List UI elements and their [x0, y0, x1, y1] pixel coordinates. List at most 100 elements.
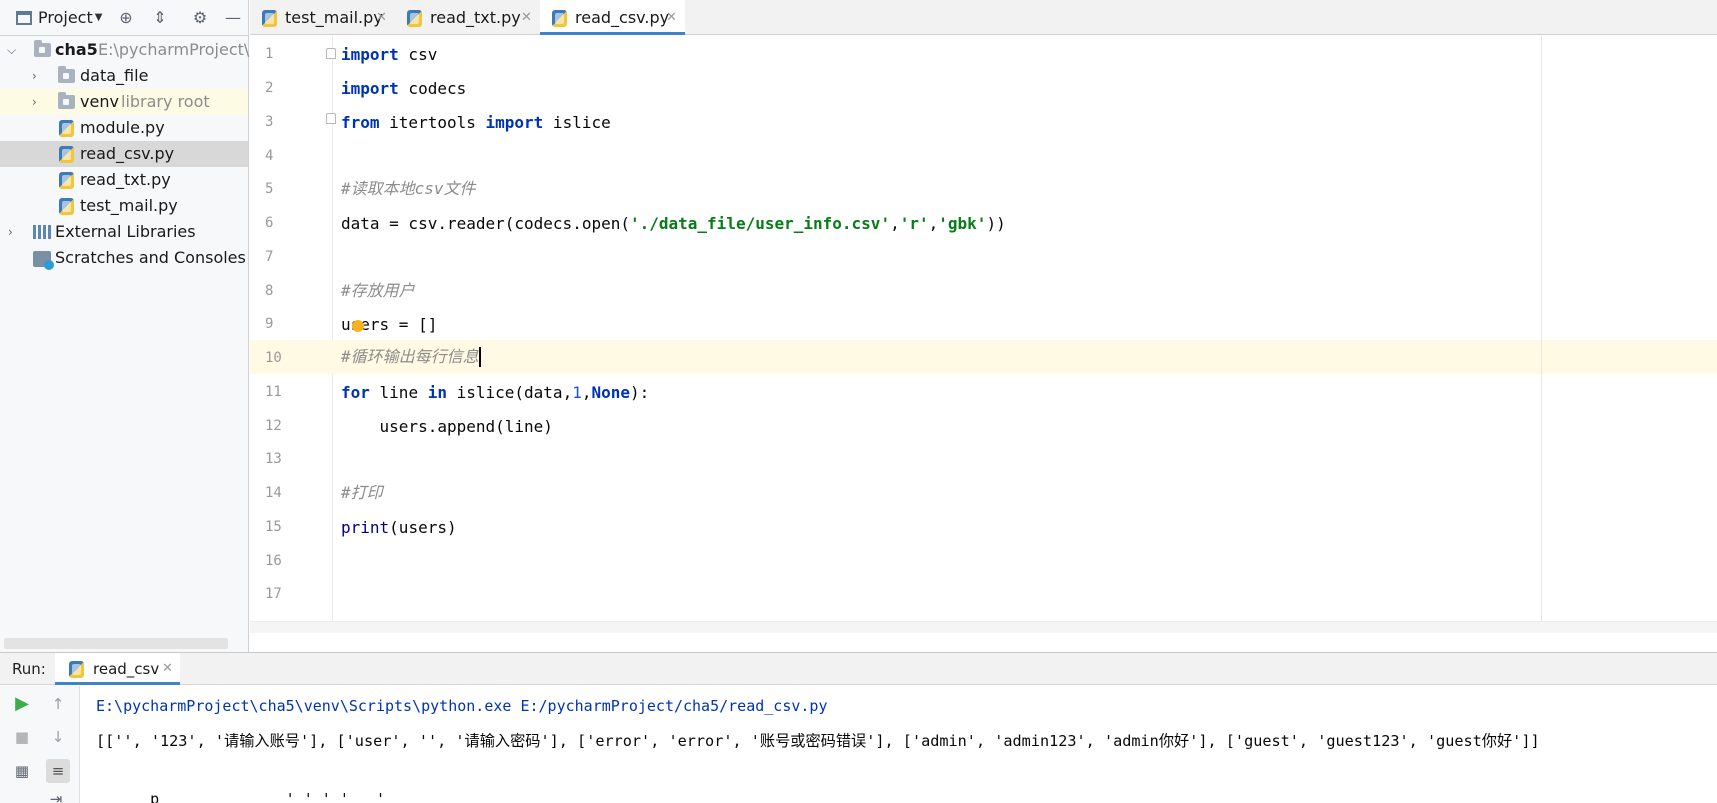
tree-item-label: Scratches and Consoles — [55, 248, 246, 267]
layout-icon[interactable]: ▦ — [12, 761, 32, 781]
tree-item-label: External Libraries — [55, 222, 196, 241]
project-tool-window: Project ▼ ⊕ ⇕ ⚙ — ⌵ cha5 E:\pycharmProje… — [0, 0, 268, 652]
line-number: 3 — [265, 114, 274, 130]
line-number: 10 — [265, 350, 282, 366]
line-number: 6 — [265, 215, 274, 231]
code-line-6: data = csv.reader(codecs.open('./data_fi… — [341, 214, 1006, 233]
tree-item-data-file[interactable]: › data_file — [0, 63, 248, 89]
project-toolbar: Project ▼ ⊕ ⇕ ⚙ — — [0, 0, 249, 36]
chevron-down-icon[interactable]: ▼ — [95, 12, 103, 23]
line-number: 15 — [265, 519, 282, 535]
horizontal-scrollbar[interactable] — [4, 638, 228, 649]
console-command-line: E:\pycharmProject\cha5\venv\Scripts\pyth… — [96, 697, 828, 715]
line-number: 4 — [265, 148, 274, 164]
close-icon[interactable]: ✕ — [521, 0, 532, 36]
code-line-3: from itertools import islice — [341, 113, 611, 132]
python-file-icon — [262, 10, 277, 27]
tree-item-label: venv — [80, 92, 119, 111]
tree-item-label: read_txt.py — [80, 170, 171, 189]
tree-item-label: module.py — [80, 118, 165, 137]
tree-item-scratches[interactable]: Scratches and Consoles — [0, 245, 248, 271]
run-tab-label: read_csv — [93, 660, 160, 678]
tab-read-txt-py[interactable]: read_txt.py ✕ — [395, 0, 540, 35]
chevron-right-icon[interactable]: › — [8, 219, 13, 245]
line-number: 16 — [265, 553, 282, 569]
collapse-icon[interactable]: ⇕ — [150, 8, 170, 28]
project-view-selector[interactable]: Project — [38, 8, 93, 27]
tree-item-label: read_csv.py — [80, 144, 175, 163]
tree-item-root[interactable]: ⌵ cha5 E:\pycharmProject\ch — [0, 37, 268, 63]
tree-item-label: test_mail.py — [80, 196, 178, 215]
tree-item-read-txt-py[interactable]: read_txt.py — [0, 167, 248, 193]
intention-bulb-icon[interactable] — [352, 320, 364, 332]
code-line-15: print(users) — [341, 518, 457, 537]
run-icon[interactable]: ▶ — [12, 694, 32, 714]
line-number: 17 — [265, 586, 282, 602]
tab-label: read_txt.py — [430, 8, 521, 27]
console-output-line: [['', '123', '请输入账号'], ['user', '', '请输入… — [96, 732, 1540, 750]
down-arrow-icon[interactable]: ↓ — [48, 727, 68, 747]
run-tab-read-csv[interactable]: read_csv ✕ — [55, 653, 180, 685]
line-number: 2 — [265, 80, 274, 96]
tree-item-external-libraries[interactable]: › External Libraries — [0, 219, 248, 245]
python-file-icon — [59, 120, 74, 137]
python-file-icon — [69, 661, 84, 678]
close-icon[interactable]: ✕ — [666, 0, 677, 36]
locate-icon[interactable]: ⊕ — [116, 8, 136, 28]
tree-item-venv[interactable]: › venv library root — [0, 89, 248, 115]
line-number: 7 — [265, 249, 274, 265]
fold-marker[interactable] — [326, 48, 336, 59]
code-line-5: #读取本地csv文件 — [341, 179, 476, 198]
tree-item-label: cha5 — [55, 40, 98, 59]
line-number: 13 — [265, 451, 282, 467]
code-line-8: #存放用户 — [341, 281, 415, 300]
tree-item-path: E:\pycharmProject\ch — [98, 40, 269, 59]
tree-item-label: data_file — [80, 66, 149, 85]
line-number: 14 — [265, 485, 282, 501]
tree-item-hint: library root — [121, 92, 210, 111]
tree-item-read-csv-py[interactable]: read_csv.py — [0, 141, 248, 167]
soft-wrap-icon[interactable]: ≡ — [46, 759, 70, 783]
close-icon[interactable]: ✕ — [162, 653, 173, 685]
console-output-partial: p ' ' ' ' ' — [96, 790, 385, 803]
code-line-1: import csv — [341, 45, 438, 64]
line-number: 1 — [265, 46, 274, 62]
code-line-2: import codecs — [341, 79, 467, 98]
run-console[interactable]: E:\pycharmProject\cha5\venv\Scripts\pyth… — [81, 686, 1717, 803]
chevron-right-icon[interactable]: › — [32, 89, 37, 115]
tab-label: test_mail.py — [285, 8, 383, 27]
code-line-14: #打印 — [341, 483, 383, 502]
tree-item-test-mail-py[interactable]: test_mail.py — [0, 193, 248, 219]
tab-read-csv-py[interactable]: read_csv.py ✕ — [540, 0, 685, 35]
code-line-12: users.append(line) — [341, 417, 553, 436]
close-icon[interactable]: ✕ — [376, 0, 387, 36]
tab-test-mail-py[interactable]: test_mail.py ✕ — [250, 0, 395, 35]
up-arrow-icon[interactable]: ↑ — [48, 694, 68, 714]
editor-horizontal-scrollbar[interactable] — [250, 621, 1717, 633]
tree-item-module-py[interactable]: module.py — [0, 115, 248, 141]
chevron-down-icon[interactable]: ⌵ — [7, 37, 16, 63]
line-number: 5 — [265, 181, 274, 197]
code-line-11: for line in islice(data,1,None): — [341, 383, 650, 402]
project-tree: ⌵ cha5 E:\pycharmProject\ch › data_file … — [0, 37, 268, 271]
run-toolbar: ▶ ↑ ■ ↓ ▦ ≡ ⇥ — [0, 686, 80, 803]
gear-icon[interactable]: ⚙ — [190, 8, 210, 28]
python-file-icon — [552, 10, 567, 27]
minimize-icon[interactable]: — — [223, 8, 243, 28]
scroll-to-end-icon[interactable]: ⇥ — [46, 789, 66, 803]
code-line-10: #循环输出每行信息 — [341, 347, 481, 367]
editor-tabs: test_mail.py ✕ read_txt.py ✕ read_csv.py… — [250, 0, 1717, 35]
python-file-icon — [407, 10, 422, 27]
fold-marker[interactable] — [326, 113, 336, 124]
stop-icon[interactable]: ■ — [12, 727, 32, 747]
chevron-right-icon[interactable]: › — [32, 63, 37, 89]
folder-icon — [58, 92, 75, 109]
line-number: 8 — [265, 283, 274, 299]
run-label: Run: — [12, 660, 46, 678]
scratches-icon — [33, 251, 54, 270]
line-number: 12 — [265, 418, 282, 434]
tab-label: read_csv.py — [575, 8, 670, 27]
line-number: 9 — [265, 316, 274, 332]
project-view-icon — [16, 10, 32, 25]
libraries-icon — [33, 225, 51, 239]
